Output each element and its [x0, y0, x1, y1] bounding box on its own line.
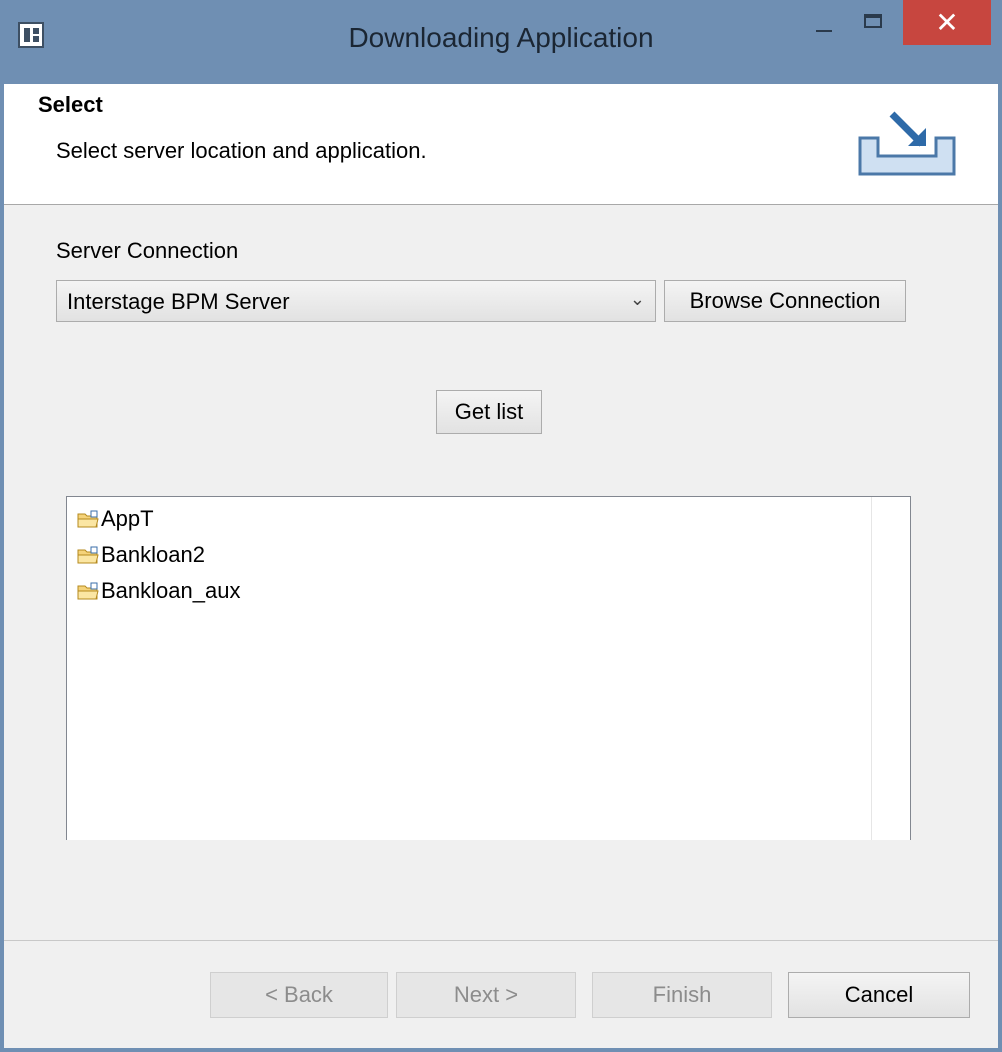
back-button[interactable]: < Back — [210, 972, 388, 1018]
server-connection-value: Interstage BPM Server — [67, 289, 290, 314]
next-button[interactable]: Next > — [396, 972, 576, 1018]
page-description: Select server location and application. — [56, 138, 427, 163]
server-connection-select[interactable]: Interstage BPM Server ⌄ — [56, 280, 656, 322]
folder-icon — [77, 510, 99, 528]
finish-button[interactable]: Finish — [592, 972, 772, 1018]
get-list-button[interactable]: Get list — [436, 390, 542, 434]
maximize-button[interactable] — [852, 8, 898, 48]
footer-divider — [4, 940, 998, 941]
application-name: Bankloan2 — [101, 542, 205, 567]
list-item[interactable]: AppT — [77, 505, 154, 533]
close-icon: ✕ — [935, 7, 959, 38]
minimize-button[interactable] — [800, 8, 846, 48]
close-button[interactable]: ✕ — [903, 0, 991, 45]
title-bar[interactable]: Downloading Application ✕ — [0, 0, 1002, 84]
download-tray-icon — [858, 111, 956, 176]
folder-icon — [77, 582, 99, 600]
application-list[interactable]: AppT Bankloan2 Bankloan_aux — [66, 496, 911, 840]
application-name: AppT — [101, 506, 154, 531]
dialog-window: Downloading Application ✕ Select Select … — [0, 0, 1002, 1052]
browse-connection-button[interactable]: Browse Connection — [664, 280, 906, 322]
list-scroll-divider — [871, 497, 872, 840]
page-title: Select — [38, 92, 103, 117]
server-connection-label: Server Connection — [56, 238, 239, 263]
wizard-header: Select Select server location and applic… — [4, 84, 998, 205]
cancel-button[interactable]: Cancel — [788, 972, 970, 1018]
chevron-down-icon: ⌄ — [629, 289, 645, 309]
application-name: Bankloan_aux — [101, 578, 241, 603]
list-item[interactable]: Bankloan2 — [77, 541, 205, 569]
list-item[interactable]: Bankloan_aux — [77, 577, 240, 605]
folder-icon — [77, 546, 99, 564]
